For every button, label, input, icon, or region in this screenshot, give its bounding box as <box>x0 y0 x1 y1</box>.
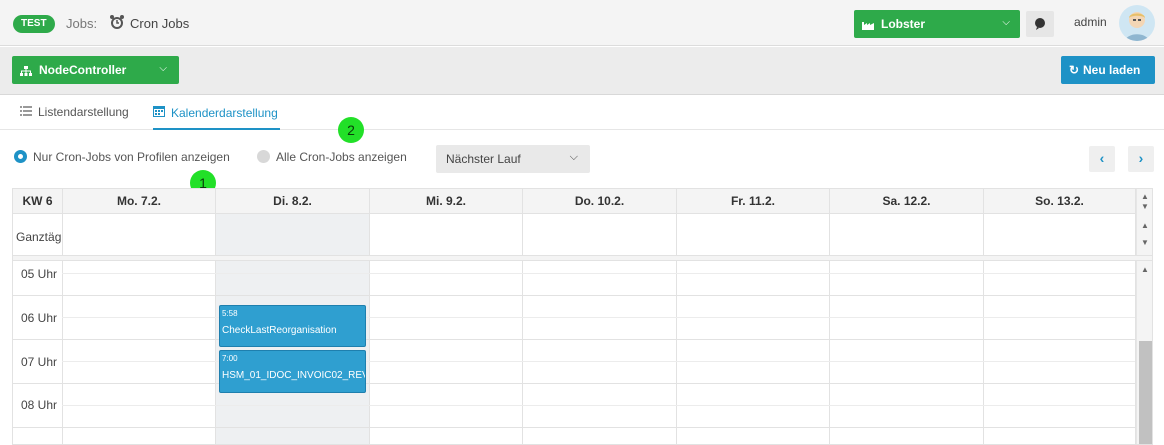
chevron-right-icon: › <box>1138 150 1144 166</box>
scroll-up-icon: ▲ <box>1141 221 1149 230</box>
radio-unchecked-icon <box>257 150 270 163</box>
event-time: 7:00 <box>222 354 238 363</box>
scroll-up-icon: ▲ <box>1141 192 1149 201</box>
calendar-icon <box>153 105 165 120</box>
view-tabs: Listendarstellung Kalenderdarstellung <box>0 96 1164 130</box>
event-name: CheckLastReorganisation <box>222 325 337 336</box>
client-select[interactable]: Lobster ⌵ <box>854 10 1020 38</box>
tab-list-view[interactable]: Listendarstellung <box>20 105 129 130</box>
grid-line <box>13 339 1136 340</box>
grid-line <box>62 273 1135 274</box>
hour-label: 06 Uhr <box>21 311 58 325</box>
day-column[interactable] <box>370 261 523 444</box>
hour-label: 08 Uhr <box>21 398 58 412</box>
page-title: Cron Jobs <box>130 16 190 31</box>
tab-list-label: Listendarstellung <box>38 105 129 119</box>
day-header[interactable]: Fr. 11.2. <box>677 189 830 214</box>
calendar-header: KW 6 Mo. 7.2. Di. 8.2. Mi. 9.2. Do. 10.2… <box>13 189 1152 214</box>
day-column[interactable] <box>984 261 1136 444</box>
refresh-icon: ↻ <box>1069 63 1080 77</box>
allday-cell[interactable] <box>830 214 984 255</box>
allday-label: Ganztäg <box>16 230 62 244</box>
chevron-down-icon: ⌵ <box>1002 17 1010 28</box>
day-column[interactable] <box>677 261 830 444</box>
allday-label-cell: Ganztäg <box>13 214 63 255</box>
chevron-down-icon: ⌵ <box>159 63 167 74</box>
node-select-label: NodeController <box>39 63 127 77</box>
env-badge: TEST <box>13 15 55 33</box>
day-header[interactable]: Sa. 12.2. <box>830 189 984 214</box>
calendar-event[interactable]: 5:58 CheckLastReorganisation <box>219 305 366 347</box>
day-header[interactable]: So. 13.2. <box>984 189 1136 214</box>
sitemap-icon <box>20 65 32 79</box>
reload-button[interactable]: ↻ Neu laden <box>1061 56 1155 84</box>
user-name[interactable]: admin <box>1074 15 1107 29</box>
radio-all-label: Alle Cron-Jobs anzeigen <box>276 150 407 164</box>
allday-cell[interactable] <box>216 214 370 255</box>
alarm-clock-icon <box>109 14 125 30</box>
day-column[interactable] <box>63 261 216 444</box>
tab-calendar-view[interactable]: Kalenderdarstellung <box>153 105 280 130</box>
chevron-down-icon: ⌵ <box>569 151 578 163</box>
run-select-label: Nächster Lauf <box>446 152 521 166</box>
allday-row: Ganztäg ▲ ▼ <box>13 214 1152 256</box>
next-week-button[interactable]: › <box>1128 146 1154 172</box>
allday-cell[interactable] <box>523 214 677 255</box>
radio-profiles-label: Nur Cron-Jobs von Profilen anzeigen <box>33 150 230 164</box>
client-select-label: Lobster <box>881 17 926 31</box>
radio-checked-icon <box>14 150 27 163</box>
hour-label: 07 Uhr <box>21 355 58 369</box>
chevron-left-icon: ‹ <box>1099 150 1105 166</box>
breadcrumb-prefix: Jobs: <box>66 16 98 31</box>
scroll-up-icon: ▲ <box>1141 265 1149 274</box>
scroll-down-icon: ▼ <box>1141 202 1149 211</box>
radio-all-jobs[interactable]: Alle Cron-Jobs anzeigen <box>257 150 407 164</box>
day-column[interactable] <box>830 261 984 444</box>
grid-line <box>13 383 1136 384</box>
node-select[interactable]: NodeController ⌵ <box>12 56 179 84</box>
radio-profiles-only[interactable]: Nur Cron-Jobs von Profilen anzeigen <box>14 150 230 164</box>
factory-icon <box>862 19 874 30</box>
time-grid: 05 Uhr 06 Uhr 07 Uhr 08 Uhr 5:58 CheckLa… <box>13 261 1152 444</box>
allday-cell[interactable] <box>63 214 216 255</box>
header-scrollbar[interactable]: ▲ ▼ <box>1136 189 1152 214</box>
event-name: HSM_01_IDOC_INVOIC02_REV <box>222 370 366 381</box>
run-select[interactable]: Nächster Lauf ⌵ <box>436 145 590 173</box>
day-column[interactable] <box>523 261 677 444</box>
allday-cell[interactable] <box>677 214 830 255</box>
allday-cell[interactable] <box>984 214 1136 255</box>
callout-two: 2 <box>338 117 364 143</box>
grid-line <box>62 405 1135 406</box>
hour-label: 05 Uhr <box>21 267 58 281</box>
reload-button-label: Neu laden <box>1083 63 1141 77</box>
chat-button[interactable] <box>1026 11 1054 37</box>
calendar-event[interactable]: 7:00 HSM_01_IDOC_INVOIC02_REV <box>219 350 366 393</box>
event-time: 5:58 <box>222 309 238 318</box>
scroll-thumb[interactable] <box>1139 341 1152 444</box>
chat-icon <box>1035 18 1045 30</box>
day-header[interactable]: Mi. 9.2. <box>370 189 523 214</box>
day-header[interactable]: Di. 8.2. <box>216 189 370 214</box>
avatar[interactable] <box>1119 5 1155 41</box>
top-bar: TEST Jobs: Cron Jobs Lobster ⌵ admin <box>0 0 1164 46</box>
list-icon <box>20 105 32 119</box>
grid-scrollbar[interactable]: ▲ <box>1136 261 1152 444</box>
grid-line <box>13 295 1136 296</box>
week-label: KW 6 <box>13 189 63 214</box>
week-calendar: KW 6 Mo. 7.2. Di. 8.2. Mi. 9.2. Do. 10.2… <box>12 188 1153 445</box>
grid-line <box>13 427 1136 428</box>
toolbar: NodeController ⌵ ↻ Neu laden <box>0 47 1164 95</box>
scroll-down-icon: ▼ <box>1141 238 1149 247</box>
day-header[interactable]: Mo. 7.2. <box>63 189 216 214</box>
day-header[interactable]: Do. 10.2. <box>523 189 677 214</box>
time-axis <box>13 261 63 444</box>
allday-scrollbar[interactable]: ▲ ▼ <box>1136 214 1152 255</box>
allday-cell[interactable] <box>370 214 523 255</box>
prev-week-button[interactable]: ‹ <box>1089 146 1115 172</box>
tab-calendar-label: Kalenderdarstellung <box>171 106 278 120</box>
